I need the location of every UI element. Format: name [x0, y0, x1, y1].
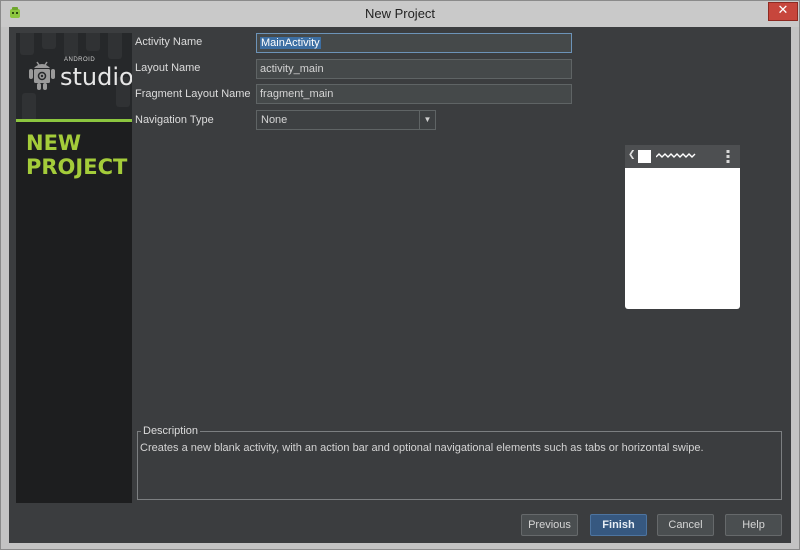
banner-tile	[108, 33, 122, 59]
activity-name-label: Activity Name	[135, 36, 203, 48]
navigation-type-select[interactable]: None ▼	[256, 110, 436, 130]
brand-banner: ANDROID studio	[16, 33, 132, 119]
android-robot-icon	[29, 61, 55, 90]
previous-button[interactable]: Previous	[521, 514, 578, 536]
help-button[interactable]: Help	[725, 514, 782, 536]
chevron-down-icon[interactable]: ▼	[419, 111, 435, 129]
title-squiggle-icon	[656, 153, 696, 158]
navigation-type-label: Navigation Type	[135, 114, 214, 126]
close-button[interactable]: ✕	[768, 2, 798, 21]
layout-name-field[interactable]: activity_main	[256, 59, 572, 79]
banner-tile	[64, 33, 78, 57]
brand-heading-line2: PROJECT	[26, 155, 128, 179]
brand-heading: NEW PROJECT	[26, 131, 128, 179]
brand-panel: ANDROID studio NEW PROJECT	[16, 33, 132, 503]
brand-word: studio	[60, 63, 132, 91]
window-title: New Project	[364, 6, 436, 21]
cancel-button[interactable]: Cancel	[657, 514, 714, 536]
new-project-window: New Project ✕ ANDROID studio NEW PROJECT…	[0, 0, 800, 550]
banner-tile	[86, 33, 100, 51]
banner-tile	[20, 33, 34, 55]
title-bar[interactable]: New Project ✕	[1, 1, 799, 27]
app-icon-placeholder	[638, 150, 651, 163]
fragment-layout-name-field[interactable]: fragment_main	[256, 84, 572, 104]
description-text: Creates a new blank activity, with an ac…	[140, 442, 704, 454]
description-legend: Description	[141, 425, 201, 437]
preview-action-bar: ❮	[625, 145, 740, 168]
fragment-layout-name-label: Fragment Layout Name	[135, 88, 251, 100]
brand-accent-line	[16, 119, 132, 122]
activity-name-value: MainActivity	[260, 37, 321, 49]
navigation-type-value: None	[261, 114, 288, 126]
banner-tile	[42, 33, 56, 49]
layout-name-label: Layout Name	[135, 62, 201, 74]
finish-button[interactable]: Finish	[590, 514, 647, 536]
back-icon: ❮	[628, 150, 636, 160]
description-group: Description Creates a new blank activity…	[137, 425, 782, 500]
dialog-body: ANDROID studio NEW PROJECT Activity Name…	[9, 27, 791, 543]
activity-name-field[interactable]: MainActivity	[256, 33, 572, 53]
overflow-menu-icon	[726, 150, 730, 163]
brand-heading-line1: NEW	[26, 131, 82, 155]
banner-tile	[22, 93, 36, 119]
layout-preview: ❮	[625, 145, 740, 309]
